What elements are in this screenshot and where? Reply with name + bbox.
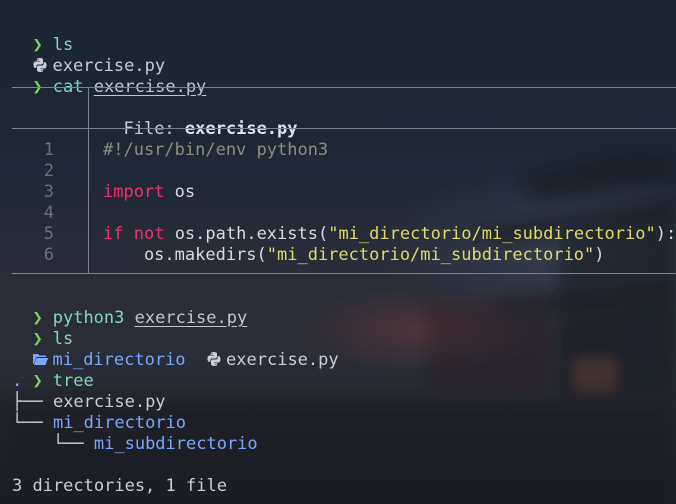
code-line-5: if not os.path.exists("mi_directorio/mi_… xyxy=(103,224,676,245)
file-header-name: exercise.py xyxy=(184,119,298,139)
tree-entry: └── mi_subdirectorio xyxy=(12,434,258,455)
prompt-line-ls: ❯ ls xyxy=(12,14,73,55)
string-literal: "mi_directorio/mi_subdirectorio" xyxy=(328,224,656,244)
tree-branch: └── xyxy=(12,413,53,433)
prompt-line-ls-2: ❯ ls xyxy=(12,308,73,349)
prompt-symbol: ❯ xyxy=(32,371,43,391)
command-argument[interactable]: exercise.py xyxy=(135,308,248,328)
line-number: 4 xyxy=(43,203,54,223)
code-text: ) xyxy=(594,245,605,265)
bat-top-border xyxy=(12,87,676,88)
summary-text: 3 directories, 1 file xyxy=(12,476,227,496)
code-line-6: os.makedirs("mi_directorio/mi_subdirecto… xyxy=(103,245,605,266)
file-name[interactable]: exercise.py xyxy=(226,350,339,370)
line-number: 2 xyxy=(43,161,54,181)
code-line-1: #!/usr/bin/env python3 xyxy=(103,140,328,161)
tree-entry: └── mi_directorio xyxy=(12,413,186,434)
prompt-line-tree: ❯ tree xyxy=(12,350,93,391)
line-number: 6 xyxy=(43,245,54,265)
tree-summary: 3 directories, 1 file xyxy=(12,476,227,497)
code-text: os.makedirs( xyxy=(103,245,267,265)
bat-header: File: exercise.py xyxy=(103,98,297,139)
code-line-3: import os xyxy=(103,182,195,203)
line-number: 5 xyxy=(43,224,54,244)
line-number: 1 xyxy=(43,140,54,160)
keyword-not: not xyxy=(133,224,165,244)
code-text: os xyxy=(164,182,196,202)
bat-header-divider xyxy=(88,87,89,128)
keyword-if: if xyxy=(103,224,124,244)
string-literal: "mi_directorio/mi_subdirectorio" xyxy=(266,245,595,265)
python-file-icon xyxy=(207,352,221,366)
bat-bottom-border xyxy=(12,273,676,274)
code-text: os.path.exists( xyxy=(164,224,329,244)
line-number: 3 xyxy=(43,182,54,202)
directory-name[interactable]: mi_subdirectorio xyxy=(94,434,258,454)
tree-branch: └── xyxy=(12,434,94,454)
prompt-line-python3: ❯ python3 exercise.py xyxy=(12,287,247,328)
file-header-label: File: xyxy=(123,119,175,139)
bat-gutter-divider xyxy=(88,128,89,273)
file-name[interactable]: exercise.py xyxy=(53,392,166,412)
keyword-import: import xyxy=(103,182,165,202)
ls-output: exercise.py xyxy=(12,35,165,76)
tree-entry: ├── exercise.py xyxy=(12,392,166,413)
tree-branch: ├── xyxy=(12,392,53,412)
shebang-comment: #!/usr/bin/env python3 xyxy=(103,140,329,160)
tree-root-dot: . xyxy=(12,371,23,391)
ls-output-2: mi_directorio exercise.py xyxy=(12,329,339,370)
code-text: ): xyxy=(655,224,676,244)
prompt-line-cat: ❯ cat exercise.py xyxy=(12,56,206,97)
tree-root: . xyxy=(12,371,22,392)
command-text: tree xyxy=(52,371,94,391)
directory-name[interactable]: mi_directorio xyxy=(53,413,186,433)
bat-header-border xyxy=(12,128,676,129)
